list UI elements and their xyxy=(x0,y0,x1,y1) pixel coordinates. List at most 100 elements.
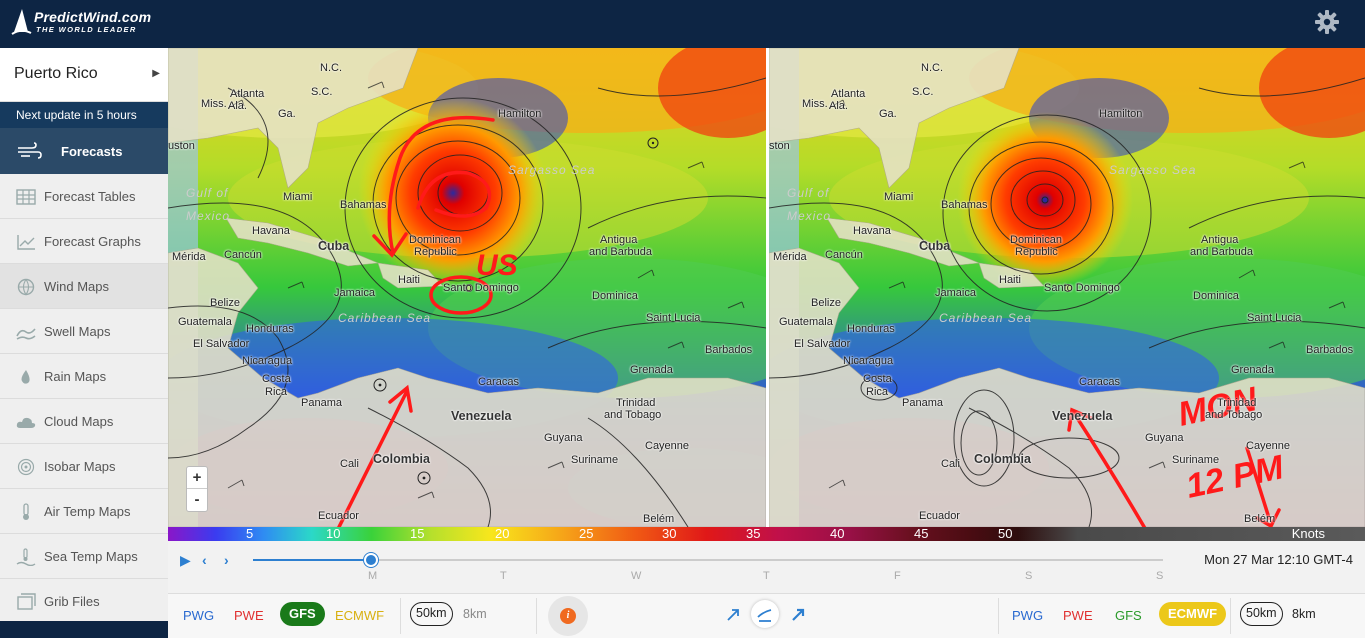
model-pwe-left[interactable]: PWE xyxy=(234,608,264,623)
timeline-handle[interactable] xyxy=(364,553,378,567)
sea-temp-icon xyxy=(16,548,36,566)
map-right-label-antigua2: and Barbuda xyxy=(1190,246,1253,258)
model-gfs-left[interactable]: GFS xyxy=(280,602,325,626)
map-left-label-santo: Santo Domingo xyxy=(443,282,519,294)
sidebar-item-cloud-maps[interactable]: Cloud Maps xyxy=(0,399,168,444)
prev-step-button[interactable]: ‹ xyxy=(202,552,207,568)
wind-arrow-bold-icon[interactable] xyxy=(785,600,813,628)
wind-map-right[interactable]: MON 12 PM Atlanta Ga. S.C. N.C. Hamilton Miss… xyxy=(769,48,1365,527)
sidebar-item-forecast-graphs[interactable]: Forecast Graphs xyxy=(0,219,168,264)
gear-icon[interactable] xyxy=(1314,9,1340,35)
map-left-label-caribbean: Caribbean Sea xyxy=(338,311,432,325)
timeline-day: M xyxy=(368,570,378,582)
timeline-progress xyxy=(253,559,371,561)
streamline-icon[interactable] xyxy=(751,600,779,628)
map-left-label-hamilton: Hamilton xyxy=(498,108,542,120)
map-right-label-costa1: Costa xyxy=(863,373,892,385)
map-left-label-antigua1: Antigua xyxy=(600,234,638,246)
sail-logo-icon xyxy=(11,9,32,35)
wind-map-left[interactable]: US Atlanta Ga. S.C. N.C. Hamilton Miss. Ala. us… xyxy=(168,48,766,527)
sidebar-item-air-temp-maps[interactable]: Air Temp Maps xyxy=(0,489,168,534)
wave-icon xyxy=(16,328,36,340)
model-ecmwf-right[interactable]: ECMWF xyxy=(1159,602,1227,626)
resolution-50km-left[interactable]: 50km xyxy=(410,602,453,626)
map-left-label-miami: Miami xyxy=(283,191,313,203)
location-selector[interactable]: Puerto Rico ▶ xyxy=(0,48,168,102)
map-left-label-cayenne: Cayenne xyxy=(645,440,690,452)
sidebar-item-label: Forecast Tables xyxy=(44,189,136,204)
map-right-label-panama: Panama xyxy=(902,397,943,409)
scale-tick: 20 xyxy=(495,526,510,541)
timeline-track[interactable] xyxy=(253,559,1163,561)
sidebar-item-label: Forecast Graphs xyxy=(44,234,141,249)
map-left-label-cuba: Cuba xyxy=(318,239,350,253)
map-right-label-caracas: Caracas xyxy=(1079,376,1120,388)
play-button[interactable]: ▶ xyxy=(180,552,191,569)
sidebar-item-grib-files[interactable]: Grib Files xyxy=(0,579,168,624)
sidebar-item-swell-maps[interactable]: Swell Maps xyxy=(0,309,168,354)
resolution-8km-left[interactable]: 8km xyxy=(463,607,487,621)
resolution-8km-right[interactable]: 8km xyxy=(1292,607,1316,621)
wind-arrow-icon[interactable] xyxy=(720,600,748,628)
map-right-label-santo: Santo Domingo xyxy=(1044,282,1120,294)
next-step-button[interactable]: › xyxy=(224,552,229,568)
brand-name: PredictWind.com xyxy=(34,9,152,25)
sidebar-item-forecasts[interactable]: Forecasts xyxy=(0,128,168,174)
map-right-label-sargasso: Sargasso Sea xyxy=(1109,163,1197,177)
map-right-label-gulf2: Mexico xyxy=(787,209,832,223)
sidebar-item-isobar-maps[interactable]: Isobar Maps xyxy=(0,444,168,489)
map-left-label-atlanta: Atlanta xyxy=(230,88,265,100)
sidebar-item-rain-maps[interactable]: Rain Maps xyxy=(0,354,168,399)
map-left-label-sargasso: Sargasso Sea xyxy=(508,163,596,177)
zoom-out-button[interactable]: - xyxy=(187,489,207,511)
map-right-label-honduras: Honduras xyxy=(847,323,895,335)
map-right-label-grenada: Grenada xyxy=(1231,364,1274,376)
map-right-label-guatemala: Guatemala xyxy=(779,316,833,328)
map-right-label-cayenne: Cayenne xyxy=(1246,440,1291,452)
scale-tick: 40 xyxy=(830,526,845,541)
info-button[interactable]: i xyxy=(548,596,588,636)
map-left-label-guyana: Guyana xyxy=(544,432,583,444)
scale-tick: 50 xyxy=(998,526,1013,541)
map-right-label-nicaragua: Nicaragua xyxy=(843,355,894,367)
map-right-label-antigua1: Antigua xyxy=(1201,234,1239,246)
map-left-label-saintlucia: Saint Lucia xyxy=(646,312,701,324)
sidebar-item-forecast-tables[interactable]: Forecast Tables xyxy=(0,174,168,219)
resolution-50km-right[interactable]: 50km xyxy=(1240,602,1283,626)
map-right-label-hamilton: Hamilton xyxy=(1099,108,1143,120)
map-right-label-trinidad2: and Tobago xyxy=(1205,409,1263,421)
brand-logo[interactable]: PredictWind.com THE WORLD LEADER xyxy=(10,6,160,40)
grib-icon xyxy=(17,593,36,610)
map-right-label-belem: Belém xyxy=(1244,513,1276,525)
separator xyxy=(400,598,401,634)
sidebar-item-wind-maps[interactable]: Wind Maps xyxy=(0,264,168,309)
model-ecmwf-left[interactable]: ECMWF xyxy=(335,608,384,623)
forecast-datetime: Mon 27 Mar 12:10 GMT-4 xyxy=(1204,552,1353,567)
sidebar-item-sea-temp-maps[interactable]: Sea Temp Maps xyxy=(0,534,168,579)
map-left-label-nicaragua: Nicaragua xyxy=(242,355,293,367)
model-gfs-right[interactable]: GFS xyxy=(1115,608,1142,623)
sidebar-item-label: Wind Maps xyxy=(44,279,110,294)
map-right-label-colombia: Colombia xyxy=(974,452,1031,466)
map-right-label-ga: Ga. xyxy=(879,108,897,120)
cloud-icon xyxy=(16,417,36,428)
zoom-in-button[interactable]: + xyxy=(187,467,207,489)
map-left-label-dominican1: Dominican xyxy=(409,234,461,246)
map-left-label-nc: N.C. xyxy=(320,62,342,74)
separator xyxy=(536,598,537,634)
map-left-label-merida: Mérida xyxy=(172,251,206,263)
scale-tick: 5 xyxy=(246,526,254,541)
model-pwg-left[interactable]: PWG xyxy=(183,608,214,623)
map-right-label-atlanta: Atlanta xyxy=(831,88,866,100)
map-right-label-dominican2: Republic xyxy=(1015,246,1058,258)
map-right-label-cancun: Cancún xyxy=(825,249,863,261)
map-left-label-dominica: Dominica xyxy=(592,290,638,302)
model-pwg-right[interactable]: PWG xyxy=(1012,608,1043,623)
map-right-label-barbados: Barbados xyxy=(1306,344,1354,356)
map-right-label-venezuela: Venezuela xyxy=(1052,409,1113,423)
map-right-label-suriname: Suriname xyxy=(1172,454,1220,466)
model-pwe-right[interactable]: PWE xyxy=(1063,608,1093,623)
map-right-label-bahamas: Bahamas xyxy=(941,199,988,211)
map-left-label-belem: Belém xyxy=(643,513,675,525)
map-left-label-haiti: Haiti xyxy=(398,274,421,286)
